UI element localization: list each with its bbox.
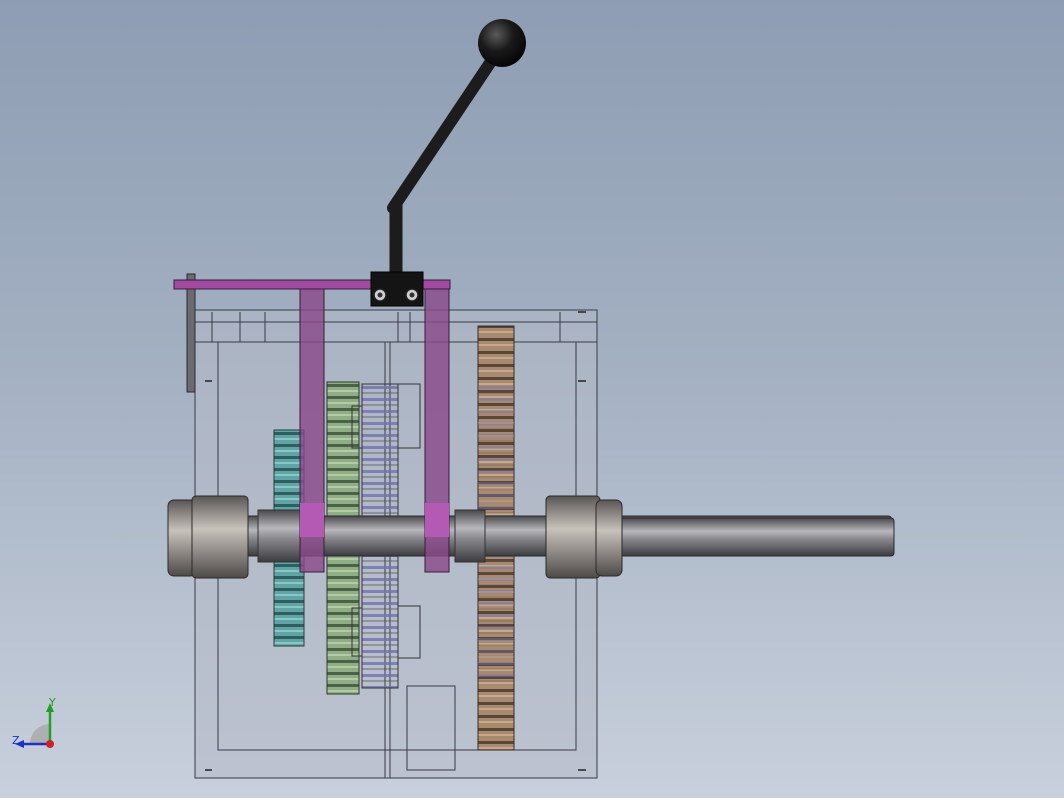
triad-z-label: Z [12, 734, 20, 747]
gearbox-assembly-drawing [167, 19, 895, 779]
coordinate-triad: Y Z [8, 696, 70, 756]
triad-y-label: Y [49, 696, 56, 709]
cad-viewport[interactable]: Y Z [0, 0, 1064, 798]
right-bearing[interactable] [545, 495, 623, 579]
shift-lever[interactable] [387, 19, 526, 278]
triad-icon [15, 703, 54, 748]
left-bearing[interactable] [167, 495, 249, 579]
shift-fork-left[interactable] [299, 287, 325, 573]
lever-knob[interactable] [478, 19, 526, 67]
shift-fork-right[interactable] [424, 287, 450, 573]
lever-mount-block[interactable] [370, 271, 424, 307]
